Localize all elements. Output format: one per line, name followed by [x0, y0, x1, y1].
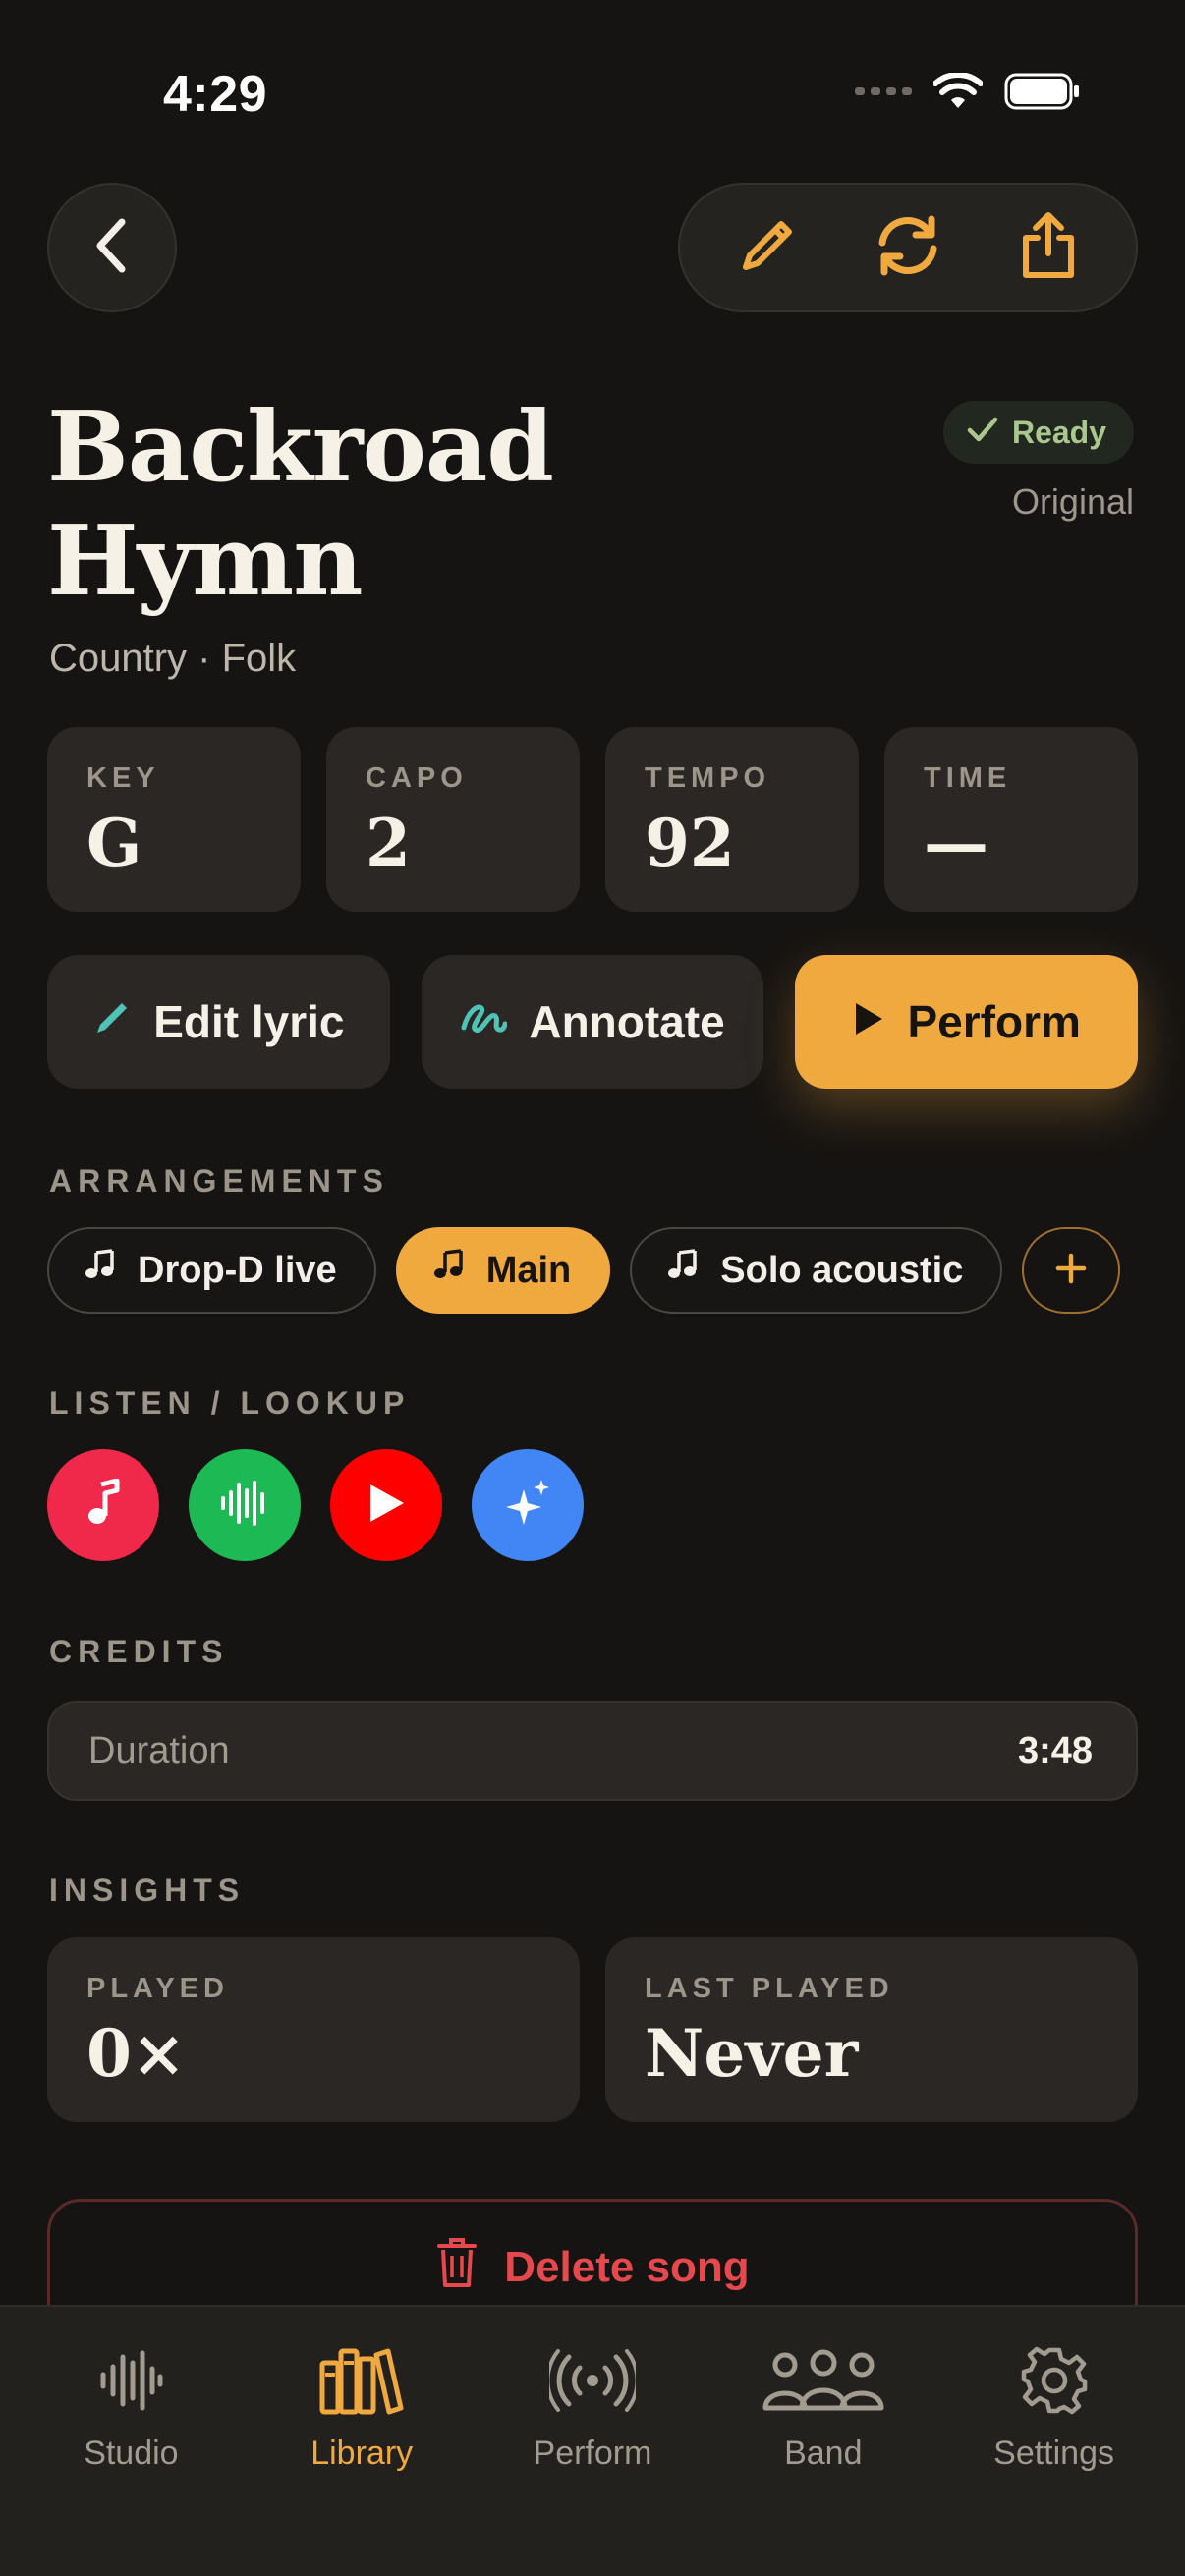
music-note-icon: [84, 1478, 123, 1533]
signal-icon: [855, 84, 912, 103]
stat-capo[interactable]: CAPO 2: [326, 727, 580, 912]
insights-heading: INSIGHTS: [49, 1873, 246, 1908]
insight-value: 0×: [86, 2015, 187, 2092]
tab-label: Settings: [993, 2435, 1114, 2472]
insight-played: PLAYED 0×: [47, 1937, 580, 2122]
play-icon: [367, 1482, 406, 1530]
status-badge: Ready: [942, 401, 1134, 464]
stat-value: G: [86, 805, 142, 881]
youtube-button[interactable]: [330, 1449, 442, 1561]
music-notes-icon: [85, 1249, 122, 1292]
version-label[interactable]: Original: [1012, 481, 1134, 523]
arrangement-chip-active[interactable]: Main: [395, 1227, 611, 1314]
song-genre: Country · Folk: [49, 637, 297, 680]
stat-value: 92: [645, 805, 735, 881]
insight-label: PLAYED: [86, 1973, 229, 2004]
song-stats: KEY G CAPO 2 TEMPO 92 TIME —: [47, 727, 1138, 912]
edit-button[interactable]: [704, 194, 831, 302]
insights: PLAYED 0× LAST PLAYED Never: [47, 1937, 1138, 2122]
status-time: 4:29: [163, 66, 268, 123]
perform-button[interactable]: Perform: [795, 955, 1139, 1089]
listen-services: [47, 1449, 584, 1561]
listen-heading: LISTEN / LOOKUP: [49, 1385, 411, 1421]
action-buttons: Edit lyric Annotate Perform: [47, 955, 1139, 1089]
trash-icon: [435, 2236, 479, 2300]
tab-label: Library: [310, 2435, 414, 2472]
checkmark-icon: [967, 415, 998, 451]
music-notes-icon: [433, 1249, 471, 1292]
broadcast-icon: [548, 2336, 636, 2425]
tab-studio[interactable]: Studio: [23, 2336, 239, 2576]
insight-last-played: LAST PLAYED Never: [605, 1937, 1138, 2122]
stat-label: KEY: [86, 762, 160, 794]
tab-label: Perform: [533, 2435, 652, 2472]
arrangements-heading: ARRANGEMENTS: [49, 1163, 389, 1199]
tab-label: Studio: [84, 2435, 179, 2472]
waveform-icon: [98, 2336, 163, 2425]
spotify-button[interactable]: [189, 1449, 301, 1561]
battery-icon: [1004, 73, 1081, 115]
credit-duration-row[interactable]: Duration 3:48: [47, 1701, 1138, 1801]
tab-settings[interactable]: Settings: [946, 2336, 1162, 2576]
song-title-line1: Backroad: [47, 391, 554, 504]
arrangement-chip[interactable]: Solo acoustic: [630, 1227, 1003, 1314]
insight-label: LAST PLAYED: [645, 1973, 894, 2004]
delete-song-label: Delete song: [504, 2243, 750, 2291]
annotate-label: Annotate: [529, 996, 725, 1047]
credits-heading: CREDITS: [49, 1634, 229, 1669]
sparkle-icon: [502, 1478, 553, 1534]
insight-value: Never: [645, 2015, 859, 2092]
play-icon: [852, 995, 885, 1048]
pencil-icon: [738, 216, 797, 280]
status-indicators: [855, 72, 1081, 115]
tab-label: Band: [784, 2435, 863, 2472]
credit-key: Duration: [88, 1729, 230, 1771]
tab-bar: Studio Library Perform Band Settings: [0, 2305, 1185, 2576]
arrangement-list: Drop-D live Main Solo acoustic: [47, 1227, 1121, 1314]
scribble-icon: [460, 995, 508, 1048]
toolbar-actions: [678, 183, 1138, 312]
people-icon: [762, 2336, 885, 2425]
ai-lookup-button[interactable]: [472, 1449, 584, 1561]
sync-button[interactable]: [844, 194, 972, 302]
arrangement-label: Solo acoustic: [720, 1249, 964, 1291]
song-title: Backroad Hymn: [47, 391, 656, 619]
stat-value: —: [924, 805, 988, 881]
tab-library[interactable]: Library: [254, 2336, 470, 2576]
edit-lyric-label: Edit lyric: [153, 996, 345, 1047]
stat-time[interactable]: TIME —: [884, 727, 1138, 912]
edit-lyric-button[interactable]: Edit lyric: [47, 955, 390, 1089]
share-icon: [1018, 210, 1079, 286]
apple-music-button[interactable]: [47, 1449, 159, 1561]
stat-value: 2: [366, 805, 411, 881]
wifi-icon: [932, 72, 984, 115]
status-badge-label: Ready: [1011, 414, 1106, 450]
gear-icon: [1020, 2336, 1089, 2425]
books-icon: [319, 2336, 404, 2425]
sync-icon: [869, 211, 947, 285]
share-button[interactable]: [985, 194, 1112, 302]
back-button[interactable]: [47, 183, 177, 312]
stat-label: TEMPO: [645, 762, 771, 794]
music-notes-icon: [667, 1249, 705, 1292]
stat-tempo[interactable]: TEMPO 92: [605, 727, 859, 912]
arrangement-label: Main: [485, 1249, 572, 1291]
song-title-line2: Hymn: [47, 505, 363, 618]
tab-perform[interactable]: Perform: [484, 2336, 701, 2576]
pencil-icon: [92, 995, 132, 1048]
plus-icon: [1054, 1252, 1088, 1290]
stat-label: CAPO: [366, 762, 468, 794]
arrangement-label: Drop-D live: [138, 1249, 337, 1291]
arrangement-chip[interactable]: Drop-D live: [47, 1227, 376, 1314]
stat-label: TIME: [924, 762, 1012, 794]
annotate-button[interactable]: Annotate: [421, 955, 764, 1089]
add-arrangement-button[interactable]: [1022, 1227, 1121, 1314]
chevron-left-icon: [92, 218, 132, 278]
tab-band[interactable]: Band: [715, 2336, 931, 2576]
waveform-icon: [219, 1479, 270, 1533]
perform-label: Perform: [907, 996, 1081, 1047]
stat-key[interactable]: KEY G: [47, 727, 301, 912]
credit-value: 3:48: [1017, 1729, 1093, 1771]
